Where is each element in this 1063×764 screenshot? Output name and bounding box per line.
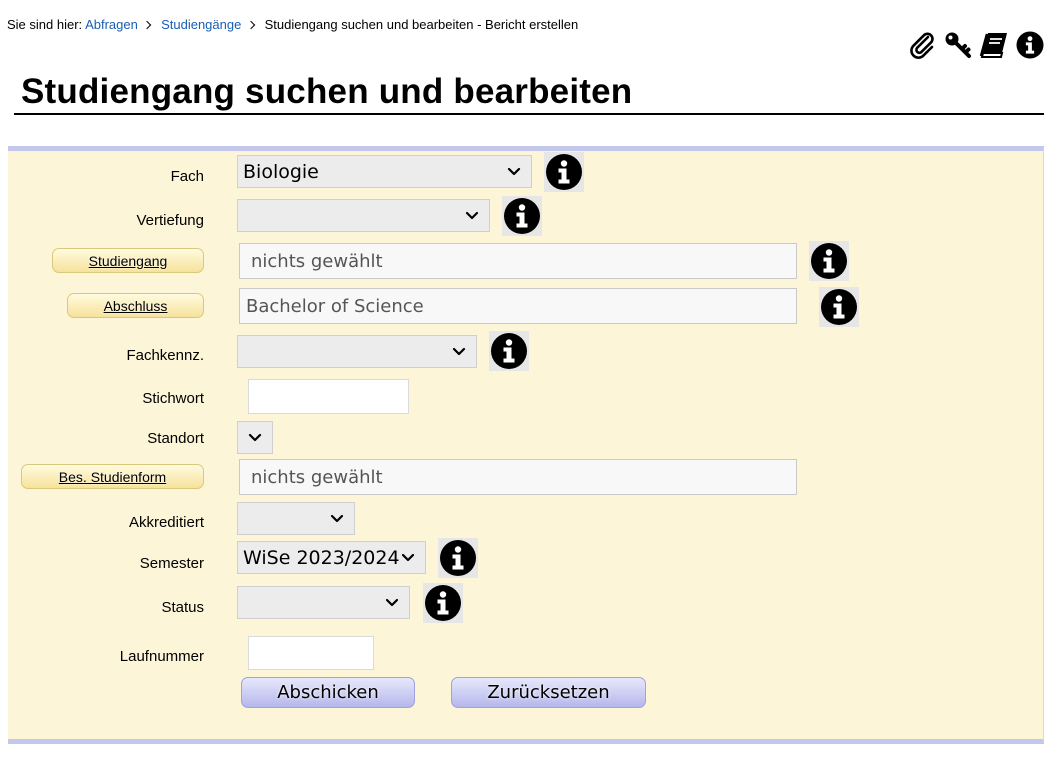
fach-label: Fach [170,168,204,185]
paperclip-icon[interactable] [907,30,937,60]
fach-info-icon[interactable] [544,152,584,192]
studiengang-field[interactable] [239,243,797,279]
chevron-right-icon [143,20,152,30]
breadcrumb: Sie sind hier: Abfragen Studiengänge Stu… [7,17,578,32]
fachkennz-info-icon[interactable] [489,331,529,371]
breadcrumb-link-abfragen[interactable]: Abfragen [85,17,138,32]
vertiefung-select[interactable] [237,199,490,232]
semester-label: Semester [139,555,204,572]
breadcrumb-current: Studiengang suchen und bearbeiten - Beri… [264,17,579,32]
chevron-down-icon [507,167,521,177]
akkreditiert-label: Akkreditiert [128,514,204,531]
status-select[interactable] [237,586,410,619]
laufnummer-label: Laufnummer [119,648,204,665]
chevron-down-icon [385,598,399,608]
key-icon[interactable] [943,30,973,60]
status-info-icon[interactable] [423,583,463,623]
abschluss-field[interactable] [239,288,797,324]
book-icon[interactable] [979,30,1009,60]
chevron-down-icon [401,553,415,563]
semester-select-value: WiSe 2023/2024 [243,546,400,569]
vertiefung-info-icon[interactable] [502,196,542,236]
chevron-right-icon [246,20,256,30]
search-form: Fach Biologie Vertiefung Studiengang Abs… [8,146,1044,744]
fach-select-value: Biologie [243,160,319,183]
standort-label: Standort [147,430,204,447]
title-divider [14,113,1044,115]
vertiefung-label: Vertiefung [136,212,204,229]
studiengang-info-icon[interactable] [809,241,849,281]
akkreditiert-select[interactable] [237,502,355,535]
bes-studienform-field[interactable] [239,459,797,495]
abschluss-info-icon[interactable] [819,287,859,327]
page-title: Studiengang suchen und bearbeiten [21,72,633,111]
semester-info-icon[interactable] [438,538,478,578]
chevron-down-icon [452,347,466,357]
reset-button[interactable]: Zurücksetzen [451,677,646,708]
standort-select[interactable] [237,421,273,454]
chevron-down-icon [248,433,262,443]
studiengang-button[interactable]: Studiengang [52,248,204,273]
abschluss-button[interactable]: Abschluss [67,293,204,318]
stichwort-label: Stichwort [142,390,204,407]
chevron-down-icon [465,211,479,221]
fachkennz-label: Fachkennz. [126,347,204,364]
bes-studienform-button[interactable]: Bes. Studienform [21,464,204,489]
fach-select[interactable]: Biologie [237,155,532,188]
info-icon[interactable] [1015,30,1045,60]
submit-button[interactable]: Abschicken [241,677,415,708]
fachkennz-select[interactable] [237,335,477,368]
status-label: Status [161,599,204,616]
breadcrumb-link-studiengaenge[interactable]: Studiengänge [161,17,241,32]
stichwort-input[interactable] [248,379,409,414]
chevron-down-icon [330,514,344,524]
laufnummer-input[interactable] [248,636,374,670]
top-toolbar [907,30,1045,60]
breadcrumb-prefix: Sie sind hier: [7,17,83,32]
semester-select[interactable]: WiSe 2023/2024 [237,541,426,574]
